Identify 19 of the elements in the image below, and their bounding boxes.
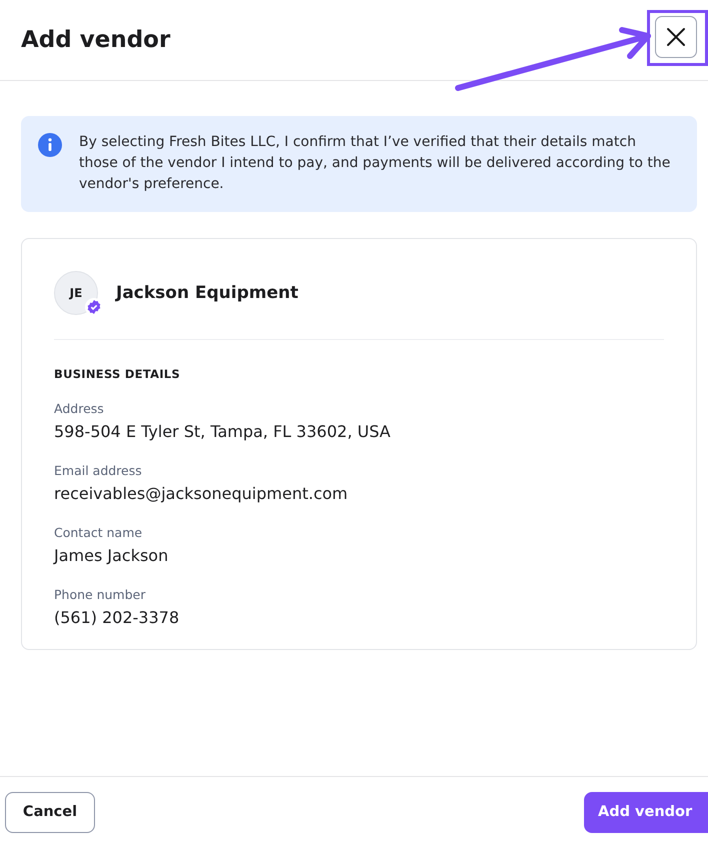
field-label: Contact name — [54, 525, 144, 540]
avatar-initials: JE — [70, 286, 82, 300]
field-value: 598-504 E Tyler St, Tampa, FL 33602, USA — [54, 422, 392, 441]
close-button[interactable] — [655, 16, 697, 58]
cancel-button[interactable]: Cancel — [5, 792, 95, 832]
info-icon — [38, 133, 62, 157]
notice-text: By selecting Fresh Bites LLC, I confirm that I’ve verified that their details match those of the vendor I intend to pay, and payments will be delivered according to the vendor's preference. — [79, 133, 672, 194]
dialog-title: Add vendor — [21, 27, 170, 53]
highlight-frame — [647, 10, 708, 66]
field-value: James Jackson — [54, 546, 170, 565]
add-vendor-button[interactable]: Add vendor — [584, 792, 708, 832]
field-label: Phone number — [54, 587, 146, 602]
vendor-name: Jackson Equipment — [116, 283, 298, 303]
field-label: Email address — [54, 463, 143, 478]
field-label: Address — [54, 401, 105, 416]
field-value: (561) 202-3378 — [54, 608, 180, 627]
field-value: receivables@jacksonequipment.com — [54, 484, 349, 503]
close-icon — [666, 27, 686, 47]
section-heading: BUSINESS DETAILS — [54, 367, 182, 381]
